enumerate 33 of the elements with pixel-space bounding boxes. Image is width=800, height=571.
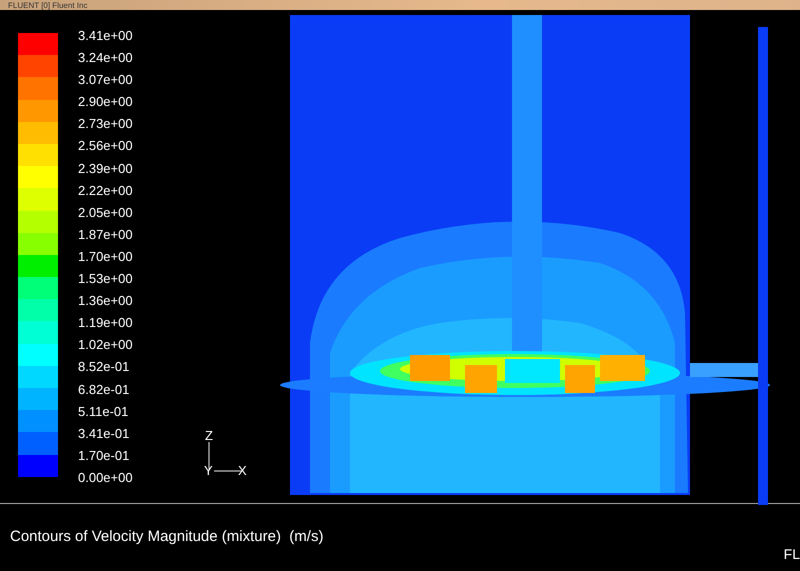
scale-label: 1.87e+00 [78,226,133,244]
scale-label: 6.82e-01 [78,380,130,398]
scale-label: 2.39e+00 [78,160,133,178]
axis-label: Y [204,463,213,478]
scale-label: 3.41e+00 [78,27,133,45]
axis-label: Z [205,428,213,443]
corner-text: FL [784,546,800,562]
scale-label: 3.24e+00 [78,49,133,68]
plot-caption: Contours of Velocity Magnitude (mixture) (m/s) [10,528,324,545]
scale-label: 2.22e+00 [78,182,133,200]
scale-label: 3.41e-01 [78,424,130,443]
axis-label: X [238,463,247,478]
scale-label: 1.36e+00 [78,292,133,310]
impeller-blade [600,355,645,381]
scale-label: 2.56e+00 [78,137,133,156]
scale-label: 1.70e-01 [78,446,130,465]
scale-label: 2.90e+00 [78,93,133,112]
disc-edge-shape [690,363,758,377]
scale-label: 8.52e-01 [78,358,130,376]
impeller-blade [565,365,595,393]
impeller-blade [465,365,497,393]
scale-label: 2.73e+00 [78,115,133,134]
impeller-blade [410,355,450,381]
scale-label: 3.07e+00 [78,71,133,90]
scale-label: 1.70e+00 [78,248,133,266]
scale-label: 2.05e+00 [78,204,133,222]
scale-label: 1.19e+00 [78,314,133,332]
scale-label: 1.53e+00 [78,270,133,288]
scale-label: 0.00e+00 [78,468,133,487]
scale-label: 5.11e-01 [78,402,130,421]
impeller-hub [505,359,560,383]
window-title: FLUENT [0] Fluent Inc [0,0,800,10]
scale-label: 1.02e+00 [78,336,133,354]
